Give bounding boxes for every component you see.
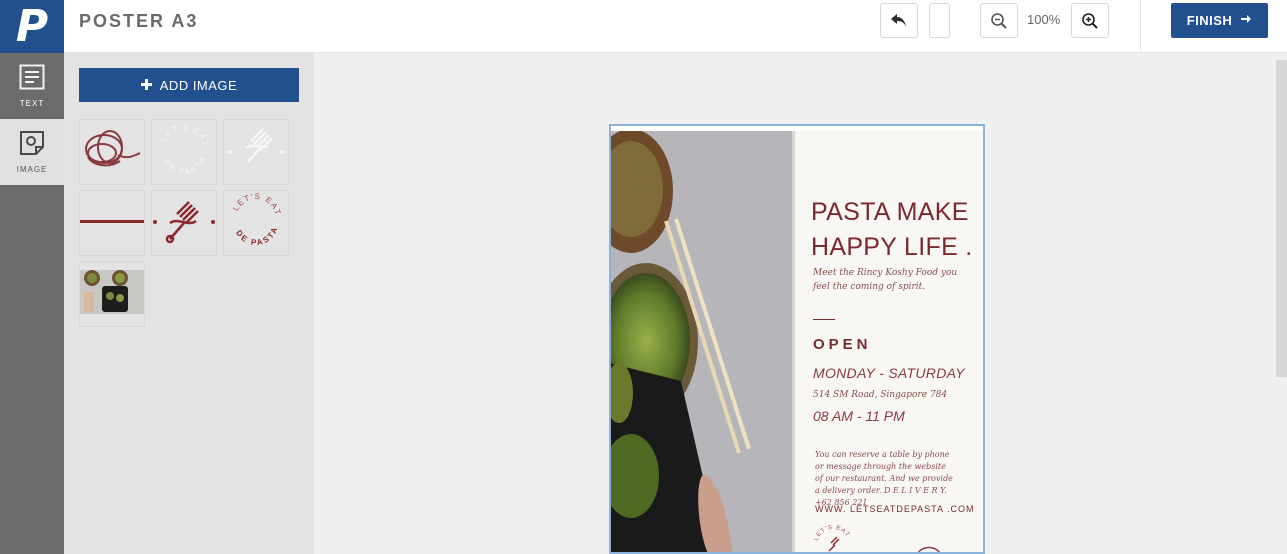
undo-icon: [890, 13, 908, 29]
image-icon: [19, 130, 45, 161]
add-image-button[interactable]: ADD IMAGE: [79, 68, 299, 102]
undo-button[interactable]: [880, 3, 918, 38]
image-panel: ADD IMAGE LET'S EAT DE PASTA LET'S EAT D…: [64, 53, 314, 554]
rail-item-label: IMAGE: [16, 165, 48, 174]
headline-line-2: HAPPY LIFE .: [811, 233, 973, 261]
poster-open-label[interactable]: OPEN: [813, 336, 872, 353]
toolbar-divider: [1140, 0, 1141, 53]
finish-button[interactable]: FINISH: [1171, 3, 1268, 38]
finish-label: FINISH: [1186, 13, 1233, 28]
poster-website[interactable]: WWW. LETSEATDEPASTA .COM: [815, 504, 975, 514]
rail-item-text[interactable]: TEXT: [0, 53, 64, 119]
svg-text:DE PASTA: DE PASTA: [234, 224, 280, 247]
zoom-in-icon: [1081, 12, 1099, 30]
add-image-label: ADD IMAGE: [159, 77, 238, 93]
design-canvas[interactable]: PASTA MAKE HAPPY LIFE . Meet the Rincy K…: [314, 53, 1287, 554]
zoom-level: 100%: [1027, 12, 1061, 27]
zoom-out-button[interactable]: [980, 3, 1018, 38]
poster-artboard[interactable]: PASTA MAKE HAPPY LIFE . Meet the Rincy K…: [609, 124, 985, 554]
text-icon: [19, 64, 45, 95]
pasta-swirl-icon: [80, 127, 144, 178]
plus-icon: [140, 78, 152, 93]
svg-text:LET'S EAT: LET'S EAT: [814, 525, 851, 542]
tool-rail: TEXT IMAGE: [0, 53, 64, 554]
image-thumbnail[interactable]: [79, 119, 145, 185]
top-bar: P POSTER A3 100% FINISH: [0, 0, 1287, 53]
poster-photo[interactable]: [611, 131, 792, 552]
zoom-out-icon: [990, 12, 1008, 30]
image-thumbnail[interactable]: LET'S EAT DE PASTA: [151, 119, 217, 185]
poster-days[interactable]: MONDAY - SATURDAY: [813, 365, 965, 381]
svg-text:LET'S EAT: LET'S EAT: [231, 191, 283, 216]
fork-pasta-maroon-icon: [152, 189, 216, 258]
decorative-dash: [813, 319, 835, 320]
poster-note[interactable]: You can reserve a table by phone or mess…: [815, 449, 955, 509]
svg-text:DE PASTA: DE PASTA: [162, 154, 207, 176]
lets-eat-badge-white-icon: LET'S EAT DE PASTA: [152, 118, 216, 187]
rail-item-label: TEXT: [19, 99, 45, 108]
arrow-right-icon: [1240, 13, 1252, 28]
image-thumbnail[interactable]: LET'S EAT DE PASTA: [223, 190, 289, 256]
image-thumbnail[interactable]: [79, 261, 145, 327]
rail-item-image[interactable]: IMAGE: [0, 119, 64, 185]
vertical-scrollbar[interactable]: [1276, 60, 1287, 377]
poster-text-panel[interactable]: PASTA MAKE HAPPY LIFE . Meet the Rincy K…: [795, 131, 983, 552]
zoom-in-button[interactable]: [1071, 3, 1109, 38]
image-thumbnail[interactable]: [151, 190, 217, 256]
image-thumbnail[interactable]: [223, 119, 289, 185]
lets-eat-badge-icon: LET'S EAT: [813, 521, 853, 552]
svg-text:LET'S EAT: LET'S EAT: [159, 122, 211, 147]
lets-eat-badge-maroon-icon: LET'S EAT DE PASTA: [224, 189, 288, 258]
image-thumbnail[interactable]: [79, 190, 145, 256]
poster-hours[interactable]: 08 AM - 11 PM: [813, 408, 905, 424]
app-logo[interactable]: P: [0, 0, 64, 53]
fork-pasta-white-icon: [224, 118, 288, 187]
pasta-swirl-small-icon: [915, 543, 943, 552]
food-photo-thumbnail: [80, 269, 144, 319]
poster-address[interactable]: 514 SM Road, Singapore 784: [813, 390, 947, 400]
poster-tagline[interactable]: Meet the Rincy Koshy Food you feel the c…: [813, 266, 973, 294]
document-title: POSTER A3: [79, 11, 199, 31]
poster-headline[interactable]: PASTA MAKE HAPPY LIFE .: [811, 195, 973, 265]
divider-line-icon: [80, 214, 144, 232]
redo-button[interactable]: [929, 3, 950, 38]
headline-line-1: PASTA MAKE: [811, 198, 969, 226]
